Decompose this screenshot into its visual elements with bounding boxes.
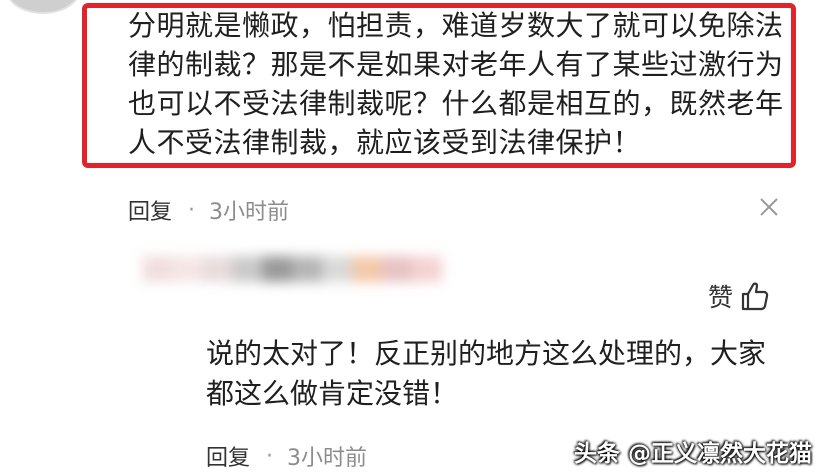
blur-block (232, 256, 262, 282)
timestamp: 3小时前 (209, 200, 290, 225)
avatar[interactable] (6, 0, 80, 14)
thumbs-up-icon (741, 282, 769, 311)
comment-meta: 回复 · 3小时前 (128, 194, 289, 226)
comment-line: 分明就是懒政，怕担责，难道岁数大了就可以免除法 (128, 9, 784, 42)
blur-block (202, 256, 232, 282)
like-label: 赞 (708, 283, 734, 312)
separator-dot: · (188, 197, 196, 223)
blur-block (292, 256, 322, 282)
reply-meta: 回复 · 3小时前 (206, 440, 367, 472)
blur-block (262, 256, 292, 282)
comment-line: 人不受法律制裁，就应该受到法律保护！ (128, 126, 642, 159)
reply-line: 说的太对了！反正别的地方这么处理的，大家 (206, 337, 767, 370)
blur-block (412, 256, 442, 282)
blur-block (142, 256, 172, 282)
blur-block (382, 256, 412, 282)
timestamp: 3小时前 (287, 446, 368, 471)
watermark: 头条 @正义凛然大花猫 (573, 441, 812, 467)
blur-block (352, 256, 382, 282)
comment-line: 律的制裁？那是不是如果对老年人有了某些过激行为 (128, 48, 784, 81)
reply-button[interactable]: 回复 (128, 194, 172, 226)
like-button[interactable]: 赞 (708, 278, 769, 314)
reply-line: 都这么做肯定没错！ (206, 377, 459, 410)
blur-block (172, 256, 202, 282)
separator-dot: · (266, 443, 274, 469)
reply-button[interactable]: 回复 (206, 440, 250, 472)
blurred-username (142, 256, 442, 282)
reply-text: 说的太对了！反正别的地方这么处理的，大家 都这么做肯定没错！ (206, 334, 796, 414)
comment-line: 也可以不受法律制裁呢？什么都是相互的，既然老年 (128, 87, 784, 120)
blur-block (322, 256, 352, 282)
close-icon[interactable] (758, 196, 780, 218)
comment-text: 分明就是懒政，怕担责，难道岁数大了就可以免除法 律的制裁？那是不是如果对老年人有… (128, 6, 792, 162)
